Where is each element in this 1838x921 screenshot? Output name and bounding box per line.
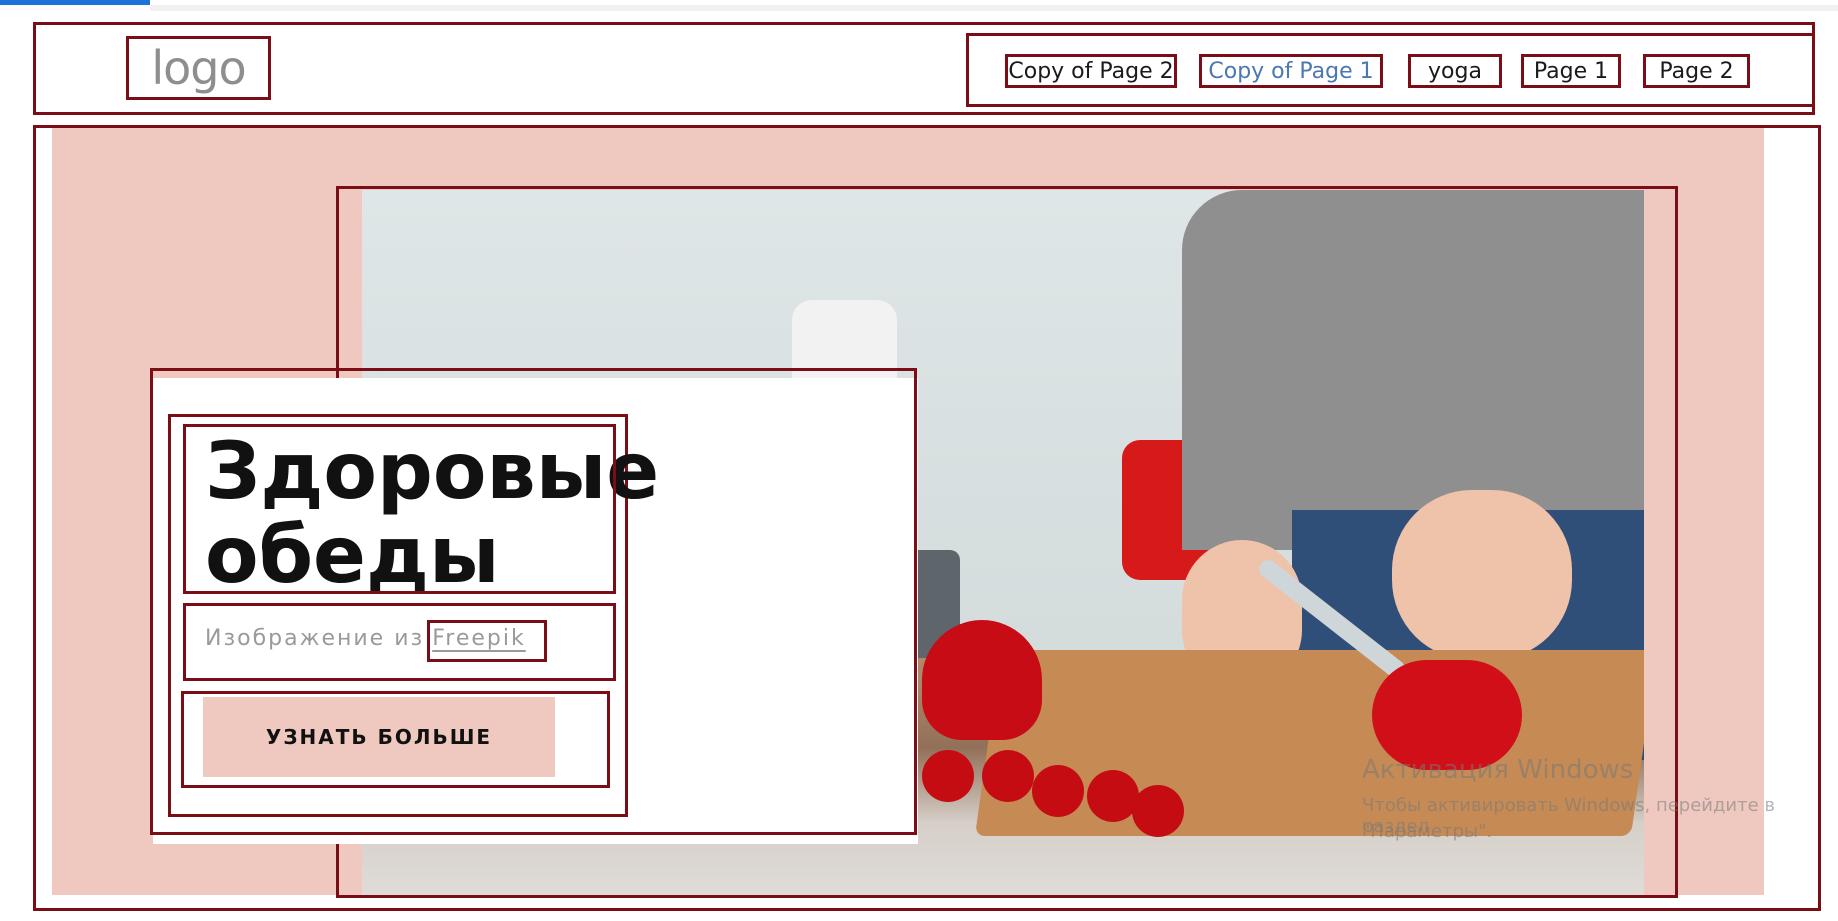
photo-red-pepper	[922, 620, 1042, 740]
image-credit-prefix: Изображение из	[205, 625, 425, 651]
learn-more-button[interactable]: УЗНАТЬ БОЛЬШЕ	[203, 697, 555, 777]
hero-title-line-1: Здоровые	[205, 427, 660, 517]
photo-tomato	[982, 750, 1034, 802]
photo-tomato	[1087, 770, 1139, 822]
nav-page-2[interactable]: Page 2	[1643, 54, 1750, 88]
hero-title-line-2: обеды	[205, 511, 500, 601]
windows-activation-watermark: Активация Windows Чтобы активировать Win…	[1362, 755, 1832, 865]
photo-hand-right	[1392, 490, 1572, 660]
windows-activation-line-2: "Параметры".	[1362, 821, 1493, 842]
nav-page-1[interactable]: Page 1	[1521, 54, 1621, 88]
nav-copy-of-page-2[interactable]: Copy of Page 2	[1005, 54, 1177, 88]
top-accent-bar	[0, 0, 150, 5]
nav-copy-of-page-1[interactable]: Copy of Page 1	[1199, 54, 1383, 88]
hero-title: Здоровые обеды	[205, 427, 660, 601]
top-bar	[150, 5, 1838, 11]
windows-activation-title: Активация Windows	[1362, 755, 1634, 785]
photo-person-shirt	[1182, 190, 1644, 550]
site-logo[interactable]: logo	[126, 36, 271, 100]
photo-tomato	[922, 750, 974, 802]
photo-tomato	[1132, 785, 1184, 837]
nav-yoga[interactable]: yoga	[1408, 54, 1502, 88]
freepik-link[interactable]: Freepik	[432, 626, 526, 651]
photo-tomato	[1032, 765, 1084, 817]
image-credit: Изображение из Freepik	[205, 622, 526, 654]
photo-red-pepper-2	[1372, 660, 1522, 770]
